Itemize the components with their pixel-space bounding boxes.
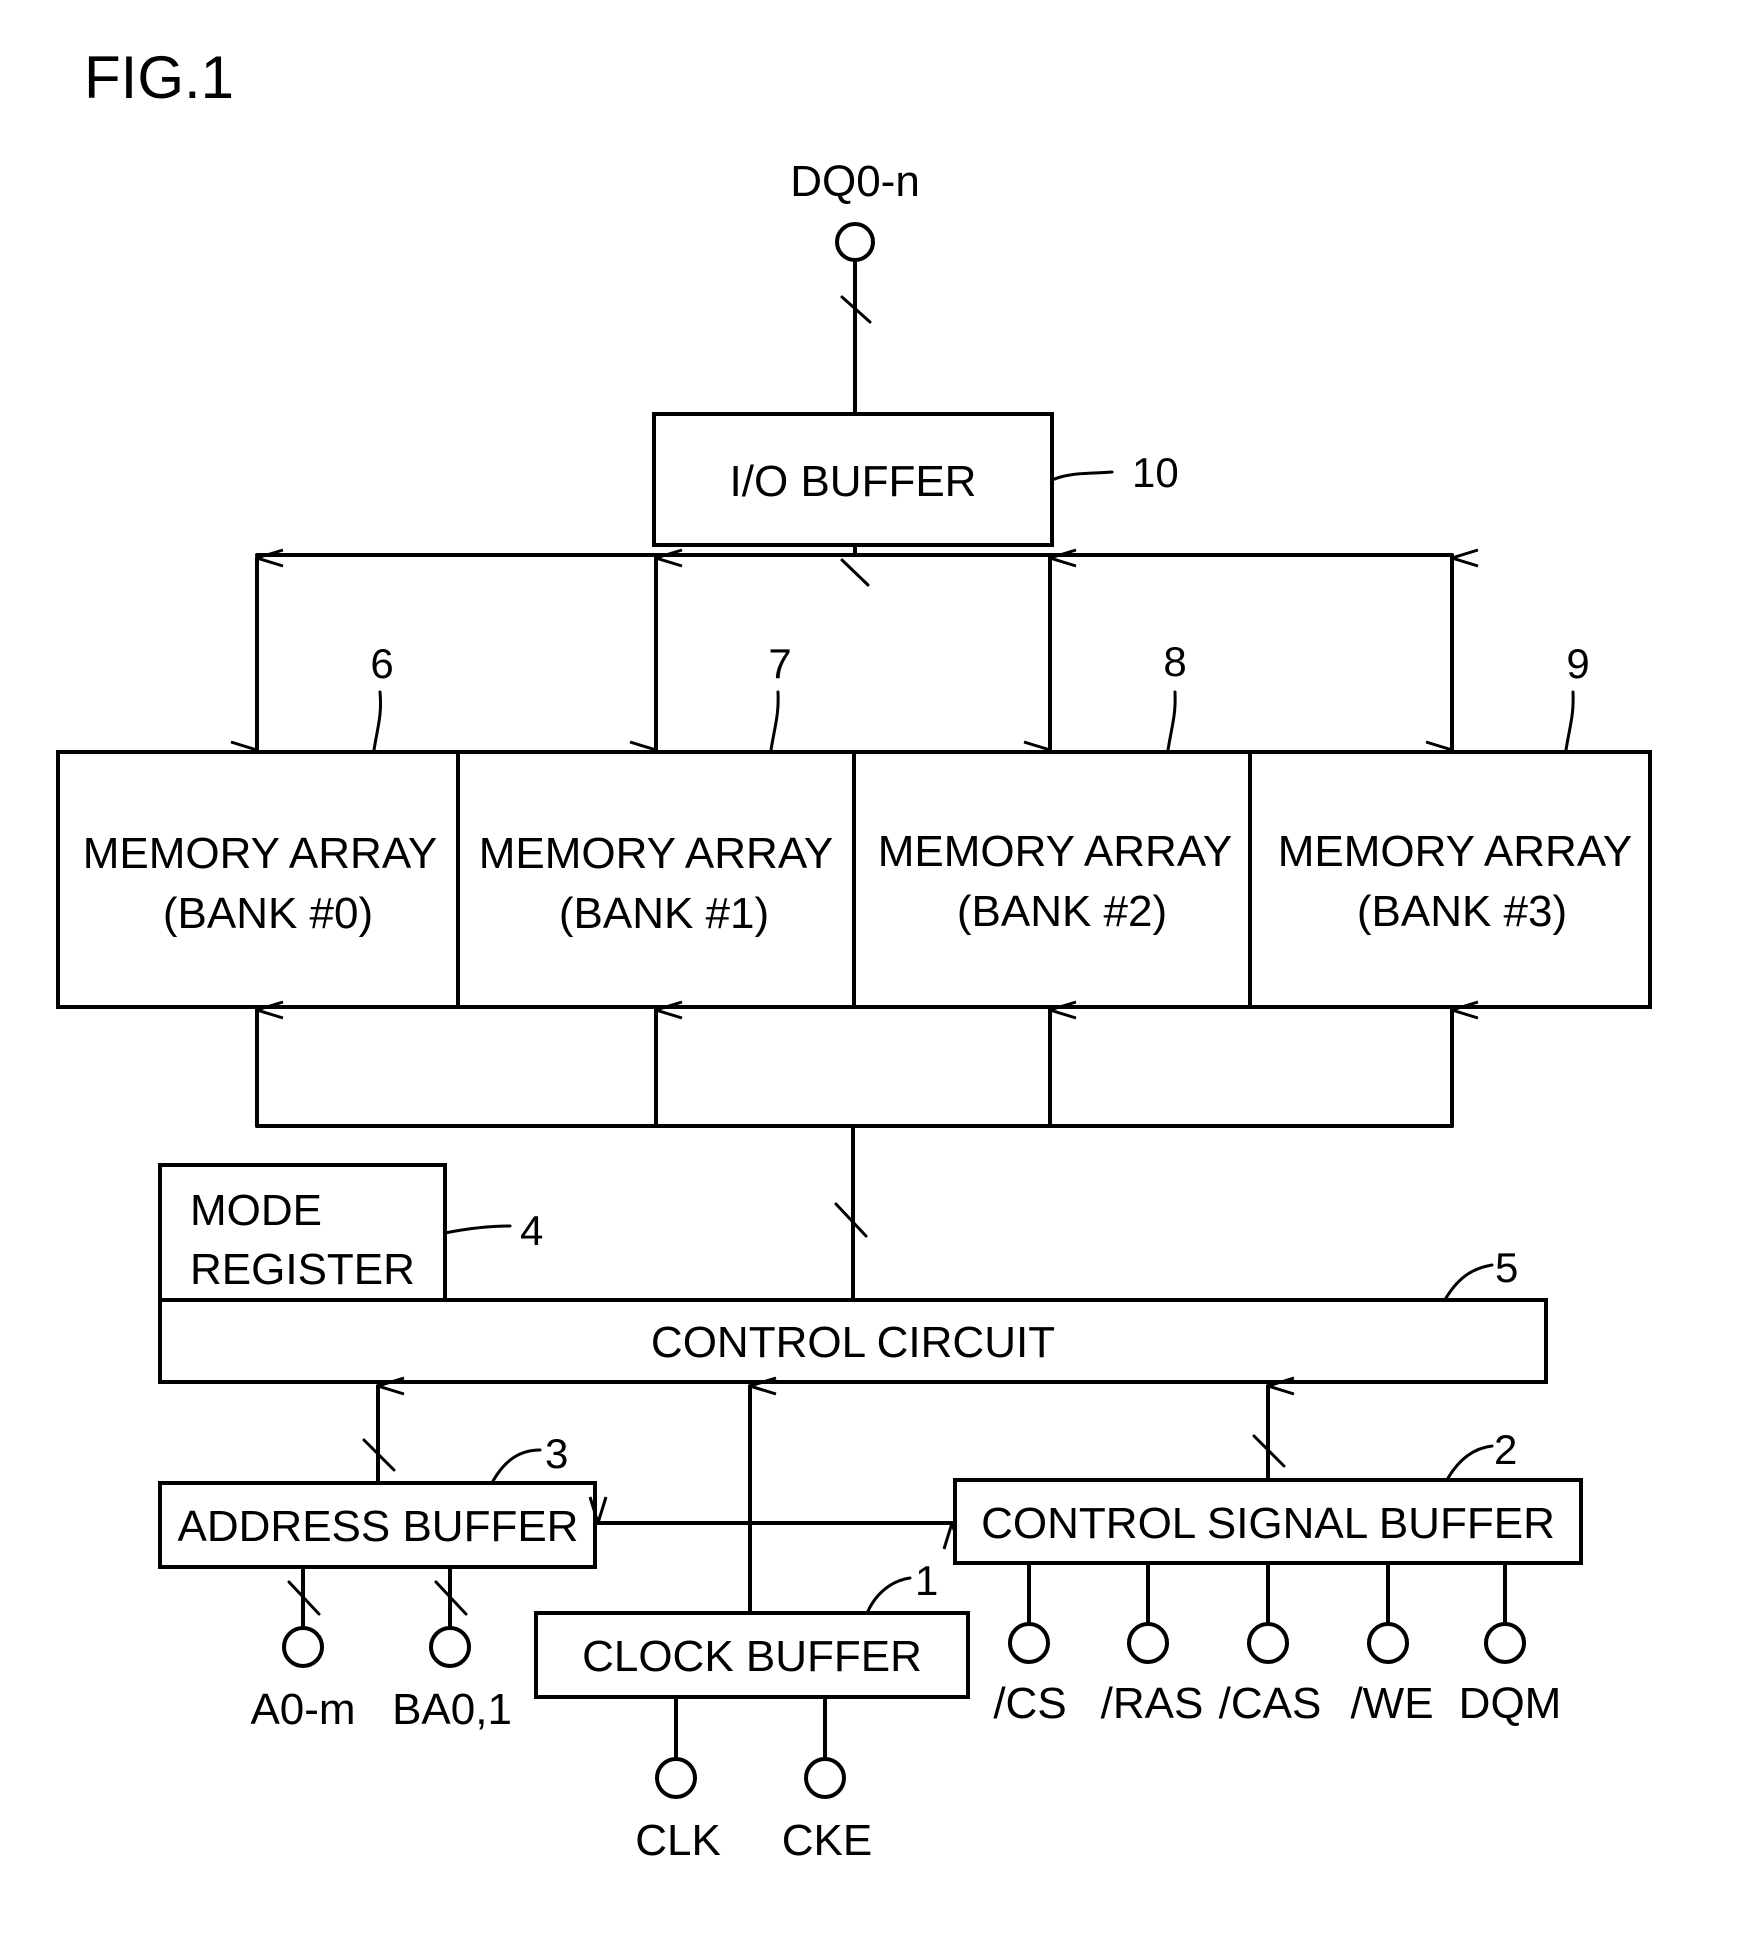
memory-array-label: MEMORY ARRAY <box>1278 827 1633 876</box>
ref-leader-9 <box>1564 690 1575 752</box>
ref-6: 6 <box>370 640 393 687</box>
ref-leader-3 <box>491 1448 542 1483</box>
address-buffer-block: ADDRESS BUFFER <box>158 1481 597 1569</box>
figure-title: FIG.1 <box>84 44 234 111</box>
io-buffer-label: I/O BUFFER <box>730 457 977 506</box>
block-diagram: FIG.1 DQ0-n I/O BUFFER 10 MEMORY ARRAY (… <box>56 44 1652 1865</box>
address-buffer-label: ADDRESS BUFFER <box>178 1502 579 1551</box>
ref-9: 9 <box>1566 640 1589 687</box>
memory-array-label: MEMORY ARRAY <box>479 829 834 878</box>
clock-buffer-label: CLOCK BUFFER <box>582 1632 922 1681</box>
bank-label: (BANK #3) <box>1357 887 1567 936</box>
pin-a0-m <box>282 1626 324 1668</box>
pin-label-dqm: DQM <box>1459 1679 1562 1728</box>
mode-register-label-1: MODE <box>190 1186 322 1235</box>
memory-array-bank0: MEMORY ARRAY (BANK #0) <box>56 750 460 1009</box>
control-circuit-label: CONTROL CIRCUIT <box>651 1318 1055 1367</box>
ref-3: 3 <box>545 1430 568 1477</box>
control-pins: /CS /RAS /CAS /WE DQM <box>993 1561 1562 1728</box>
control-signal-buffer-label: CONTROL SIGNAL BUFFER <box>981 1499 1555 1548</box>
ref-leader-4 <box>443 1224 512 1235</box>
ref-5: 5 <box>1495 1244 1518 1291</box>
control-circuit-block: CONTROL CIRCUIT <box>158 1298 1548 1384</box>
ref-leader-5 <box>1444 1263 1494 1300</box>
memory-array-label: MEMORY ARRAY <box>878 827 1233 876</box>
mode-register-block: MODE REGISTER <box>158 1163 447 1302</box>
pin-label-dq: DQ0-n <box>790 157 920 206</box>
bank-label: (BANK #1) <box>559 889 769 938</box>
pin-cke <box>804 1757 846 1799</box>
ref-leader-8 <box>1166 690 1177 752</box>
pin-label-a0-m: A0-m <box>250 1685 355 1734</box>
pin-ba0-1 <box>429 1626 471 1668</box>
pin-clk <box>655 1757 697 1799</box>
pin-we <box>1367 1622 1409 1664</box>
pin-ras <box>1127 1622 1169 1664</box>
clock-buffer-block: CLOCK BUFFER <box>534 1611 970 1699</box>
mode-register-label-2: REGISTER <box>190 1245 415 1294</box>
ref-8: 8 <box>1163 638 1186 685</box>
control-signal-buffer-block: CONTROL SIGNAL BUFFER <box>953 1478 1583 1565</box>
memory-array-bank3: MEMORY ARRAY (BANK #3) <box>1248 750 1652 1009</box>
pin-label-cke: CKE <box>782 1816 872 1865</box>
ref-2: 2 <box>1494 1426 1517 1473</box>
memory-array-bank2: MEMORY ARRAY (BANK #2) <box>852 750 1252 1009</box>
pin-label-cs: /CS <box>993 1679 1066 1728</box>
pin-label-ba0-1: BA0,1 <box>392 1685 512 1734</box>
pin-dqm <box>1484 1622 1526 1664</box>
ref-7: 7 <box>768 640 791 687</box>
pin-label-clk: CLK <box>635 1816 721 1865</box>
ref-leader-7 <box>769 690 780 752</box>
pin-cas <box>1247 1622 1289 1664</box>
bank-label: (BANK #0) <box>163 889 373 938</box>
memory-array-label: MEMORY ARRAY <box>83 829 438 878</box>
ref-leader-2 <box>1446 1444 1494 1480</box>
ref-leader-6 <box>372 690 382 752</box>
ref-leader-10 <box>1050 470 1114 482</box>
io-buffer-block: I/O BUFFER <box>652 412 1054 547</box>
pin-label-cas: /CAS <box>1219 1679 1322 1728</box>
ref-1: 1 <box>915 1557 938 1604</box>
bank-label: (BANK #2) <box>957 887 1167 936</box>
ref-10: 10 <box>1132 449 1179 496</box>
pin-dq <box>835 222 875 262</box>
pin-label-we: /WE <box>1350 1679 1433 1728</box>
memory-array-bank1: MEMORY ARRAY (BANK #1) <box>456 750 856 1009</box>
ref-leader-1 <box>866 1576 912 1613</box>
bus-slash-icon <box>840 558 870 587</box>
pin-label-ras: /RAS <box>1101 1679 1204 1728</box>
ref-4: 4 <box>520 1207 543 1254</box>
pin-cs <box>1008 1622 1050 1664</box>
